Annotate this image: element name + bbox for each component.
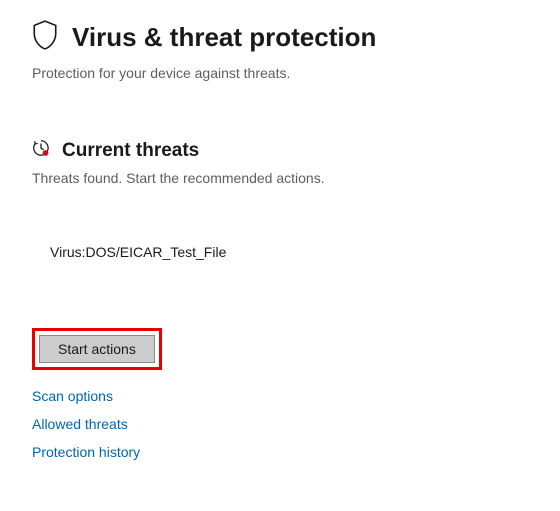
threat-history-icon: [32, 139, 50, 162]
section-title: Current threats: [62, 140, 199, 162]
scan-options-link[interactable]: Scan options: [32, 388, 113, 404]
page-header: Virus & threat protection: [32, 20, 528, 55]
page-title: Virus & threat protection: [72, 22, 376, 53]
link-list: Scan options Allowed threats Protection …: [32, 388, 528, 460]
protection-history-link[interactable]: Protection history: [32, 444, 140, 460]
section-header: Current threats: [32, 139, 528, 162]
threat-item[interactable]: Virus:DOS/EICAR_Test_File: [50, 244, 528, 260]
highlight-frame: Start actions: [32, 328, 162, 370]
start-actions-button[interactable]: Start actions: [39, 335, 155, 363]
section-subtitle: Threats found. Start the recommended act…: [32, 170, 528, 186]
allowed-threats-link[interactable]: Allowed threats: [32, 416, 128, 432]
shield-icon: [32, 20, 58, 55]
page-subtitle: Protection for your device against threa…: [32, 65, 528, 81]
